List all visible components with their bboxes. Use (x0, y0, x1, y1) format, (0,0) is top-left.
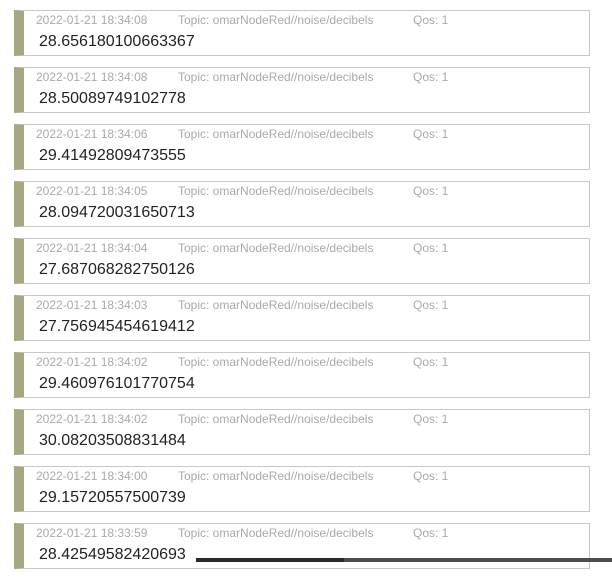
message-qos: Qos: 1 (413, 298, 449, 312)
message-qos: Qos: 1 (413, 127, 449, 141)
scrollbar-track[interactable] (344, 558, 612, 562)
message-timestamp: 2022-01-21 18:34:08 (36, 13, 148, 27)
message-topic: Topic: omarNodeRed//noise/decibels (178, 241, 374, 255)
message-topic: Topic: omarNodeRed//noise/decibels (178, 298, 374, 312)
message-topic: Topic: omarNodeRed//noise/decibels (178, 127, 374, 141)
message-qos: Qos: 1 (413, 13, 449, 27)
message-timestamp: 2022-01-21 18:34:05 (36, 184, 148, 198)
message-item[interactable]: 2022-01-21 18:34:06 Topic: omarNodeRed//… (14, 124, 590, 170)
message-topic: Topic: omarNodeRed//noise/decibels (178, 469, 374, 483)
scrollbar-thumb[interactable] (196, 558, 344, 562)
message-payload: 28.094720031650713 (39, 204, 195, 221)
message-item[interactable]: 2022-01-21 18:33:59 Topic: omarNodeRed//… (14, 523, 590, 569)
message-topic: Topic: omarNodeRed//noise/decibels (178, 526, 374, 540)
message-payload: 28.50089749102778 (39, 90, 186, 107)
message-timestamp: 2022-01-21 18:34:00 (36, 469, 148, 483)
message-payload: 27.756945454619412 (39, 318, 195, 335)
message-timestamp: 2022-01-21 18:34:04 (36, 241, 148, 255)
message-list: 2022-01-21 18:34:08 Topic: omarNodeRed//… (14, 10, 590, 580)
message-item[interactable]: 2022-01-21 18:34:08 Topic: omarNodeRed//… (14, 67, 590, 113)
message-timestamp: 2022-01-21 18:34:08 (36, 70, 148, 84)
message-item[interactable]: 2022-01-21 18:34:00 Topic: omarNodeRed//… (14, 466, 590, 512)
message-payload: 29.460976101770754 (39, 375, 195, 392)
message-payload: 30.08203508831484 (39, 432, 186, 449)
message-payload: 28.656180100663367 (39, 33, 195, 50)
message-payload: 28.42549582420693 (39, 546, 186, 563)
message-topic: Topic: omarNodeRed//noise/decibels (178, 13, 374, 27)
message-qos: Qos: 1 (413, 355, 449, 369)
message-timestamp: 2022-01-21 18:33:59 (36, 526, 148, 540)
message-item[interactable]: 2022-01-21 18:34:05 Topic: omarNodeRed//… (14, 181, 590, 227)
message-timestamp: 2022-01-21 18:34:02 (36, 355, 148, 369)
message-item[interactable]: 2022-01-21 18:34:02 Topic: omarNodeRed//… (14, 409, 590, 455)
message-topic: Topic: omarNodeRed//noise/decibels (178, 184, 374, 198)
message-item[interactable]: 2022-01-21 18:34:04 Topic: omarNodeRed//… (14, 238, 590, 284)
message-payload: 29.41492809473555 (39, 147, 186, 164)
horizontal-scrollbar[interactable] (196, 558, 612, 562)
message-timestamp: 2022-01-21 18:34:02 (36, 412, 148, 426)
message-item[interactable]: 2022-01-21 18:34:08 Topic: omarNodeRed//… (14, 10, 590, 56)
message-timestamp: 2022-01-21 18:34:06 (36, 127, 148, 141)
message-item[interactable]: 2022-01-21 18:34:03 Topic: omarNodeRed//… (14, 295, 590, 341)
message-topic: Topic: omarNodeRed//noise/decibels (178, 412, 374, 426)
message-qos: Qos: 1 (413, 184, 449, 198)
message-payload: 27.687068282750126 (39, 261, 195, 278)
message-qos: Qos: 1 (413, 412, 449, 426)
message-qos: Qos: 1 (413, 526, 449, 540)
message-payload: 29.15720557500739 (39, 489, 186, 506)
message-timestamp: 2022-01-21 18:34:03 (36, 298, 148, 312)
message-topic: Topic: omarNodeRed//noise/decibels (178, 355, 374, 369)
message-item[interactable]: 2022-01-21 18:34:02 Topic: omarNodeRed//… (14, 352, 590, 398)
message-qos: Qos: 1 (413, 241, 449, 255)
message-topic: Topic: omarNodeRed//noise/decibels (178, 70, 374, 84)
message-qos: Qos: 1 (413, 469, 449, 483)
message-qos: Qos: 1 (413, 70, 449, 84)
